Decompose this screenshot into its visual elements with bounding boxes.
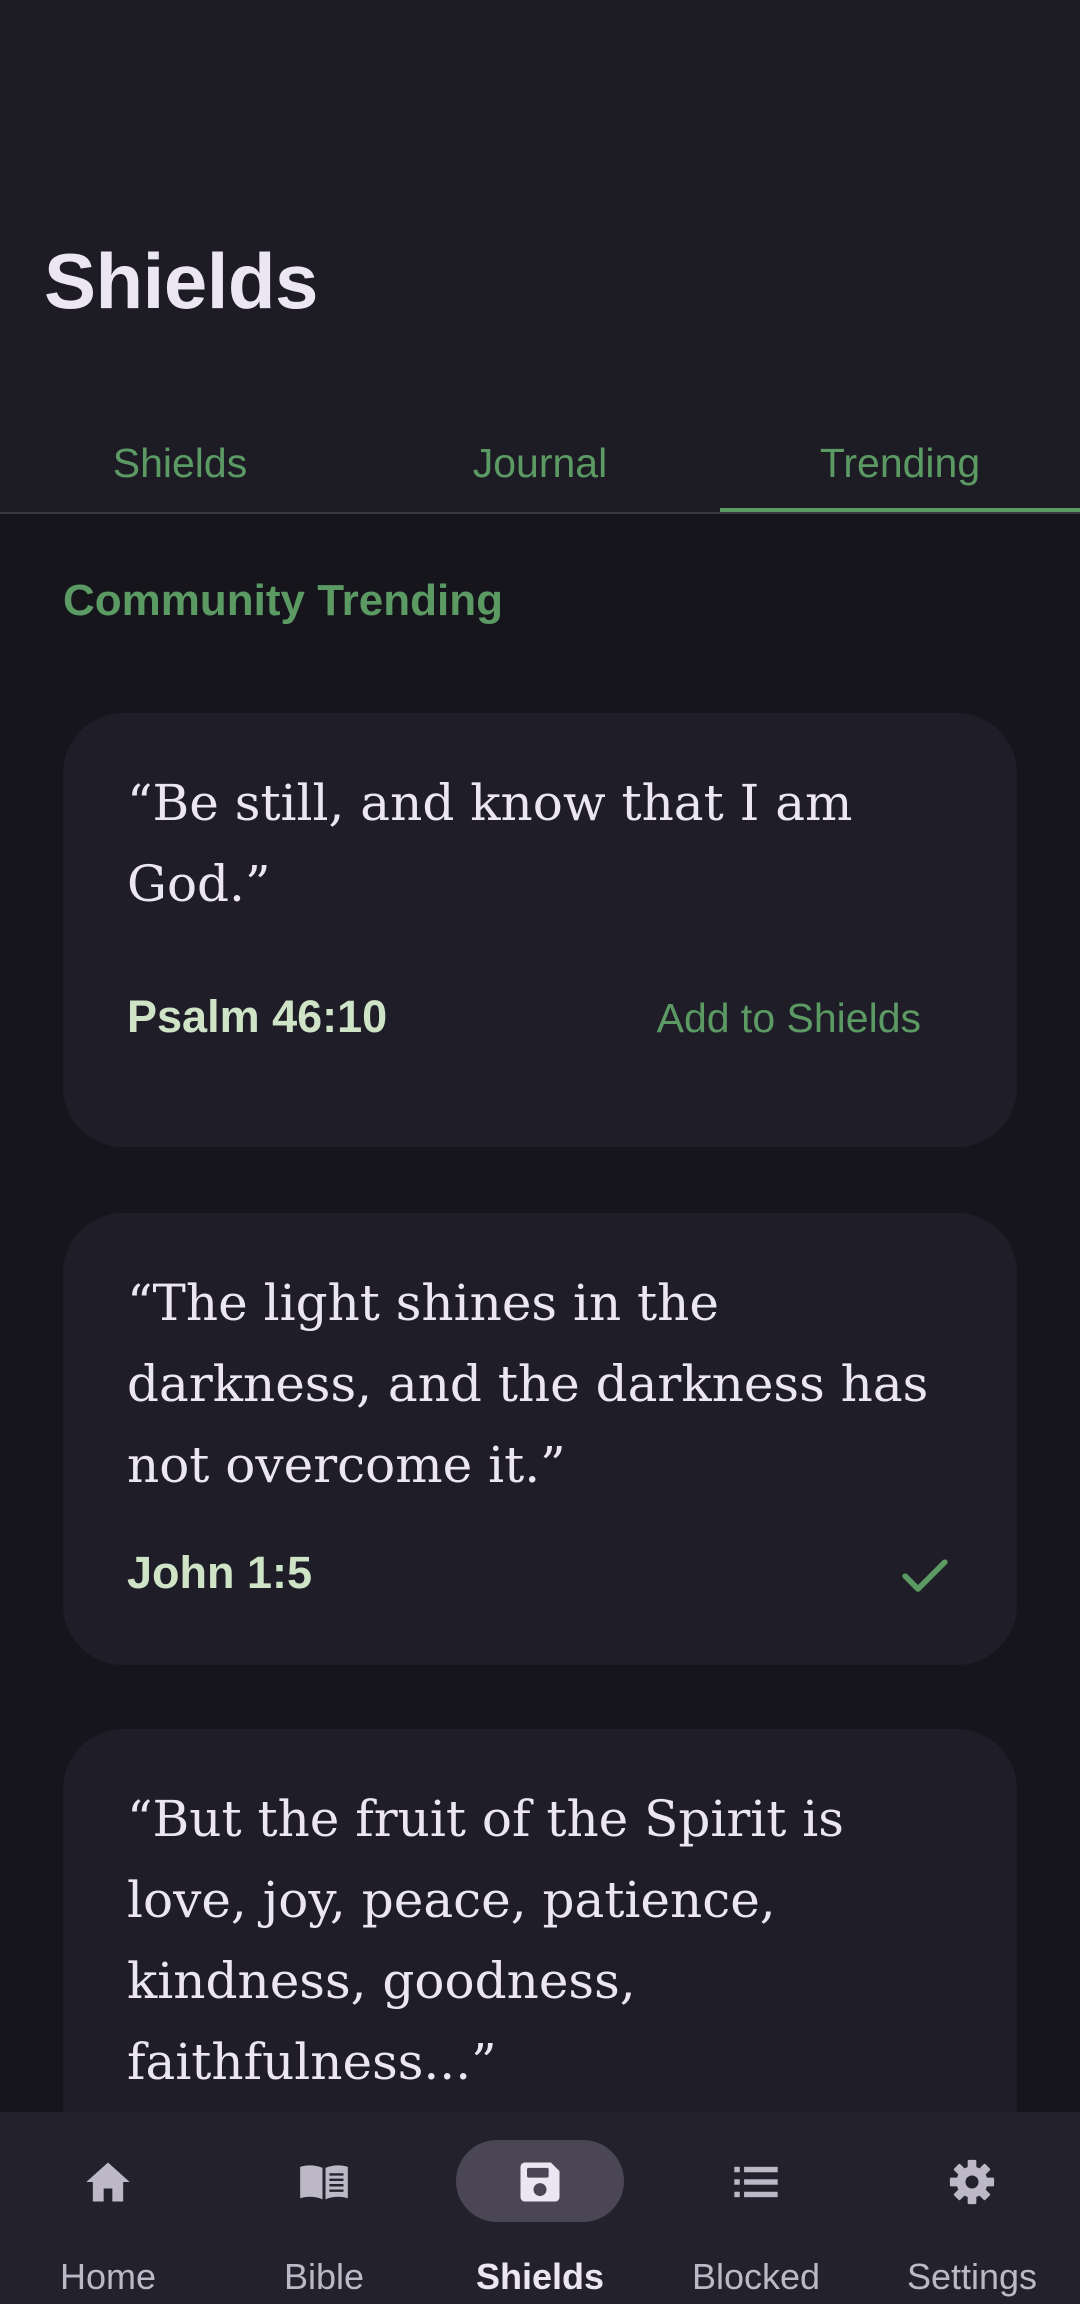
book-icon xyxy=(300,2165,348,2200)
nav-bible[interactable]: Bible xyxy=(216,2112,432,2304)
nav-label: Settings xyxy=(906,2256,1038,2297)
verse-card: “Be still, and know that I am God.” Psal… xyxy=(63,713,1017,1147)
home-icon xyxy=(86,2162,130,2202)
verse-text: “Be still, and know that I am God.” xyxy=(127,774,853,913)
nav-blocked[interactable]: Blocked xyxy=(648,2112,864,2304)
tab-shields[interactable]: Shields xyxy=(0,412,360,514)
verse-text: “But the fruit of the Spirit is love, jo… xyxy=(127,1790,844,2091)
tab-journal[interactable]: Journal xyxy=(360,412,720,514)
nav-shields[interactable]: Shields xyxy=(432,2112,648,2304)
list-icon xyxy=(734,2166,778,2198)
tabs-divider xyxy=(0,512,1080,514)
verse-reference: Psalm 46:10 xyxy=(127,991,388,1042)
nav-label: Home xyxy=(59,2256,157,2297)
verse-reference: John 1:5 xyxy=(127,1547,313,1598)
nav-label: Blocked xyxy=(691,2256,821,2297)
save-icon xyxy=(520,2162,560,2202)
nav-label: Bible xyxy=(283,2256,365,2297)
page-title: Shields xyxy=(44,237,318,325)
verse-text: “The light shines in the darkness, and t… xyxy=(127,1274,929,1494)
verse-card: “The light shines in the darkness, and t… xyxy=(63,1213,1017,1665)
tab-bar: Shields Journal Trending xyxy=(0,412,1080,514)
add-to-shields-button[interactable]: Add to Shields xyxy=(657,995,921,1042)
nav-home[interactable]: Home xyxy=(0,2112,216,2304)
check-icon[interactable] xyxy=(897,1547,953,1603)
nav-label: Shields xyxy=(475,2256,605,2297)
tab-trending[interactable]: Trending xyxy=(720,412,1080,514)
section-heading: Community Trending xyxy=(63,576,503,625)
gear-icon xyxy=(949,2159,995,2205)
nav-settings[interactable]: Settings xyxy=(864,2112,1080,2304)
bottom-navigation: Home Bible Shields Blocked Settings xyxy=(0,2112,1080,2304)
